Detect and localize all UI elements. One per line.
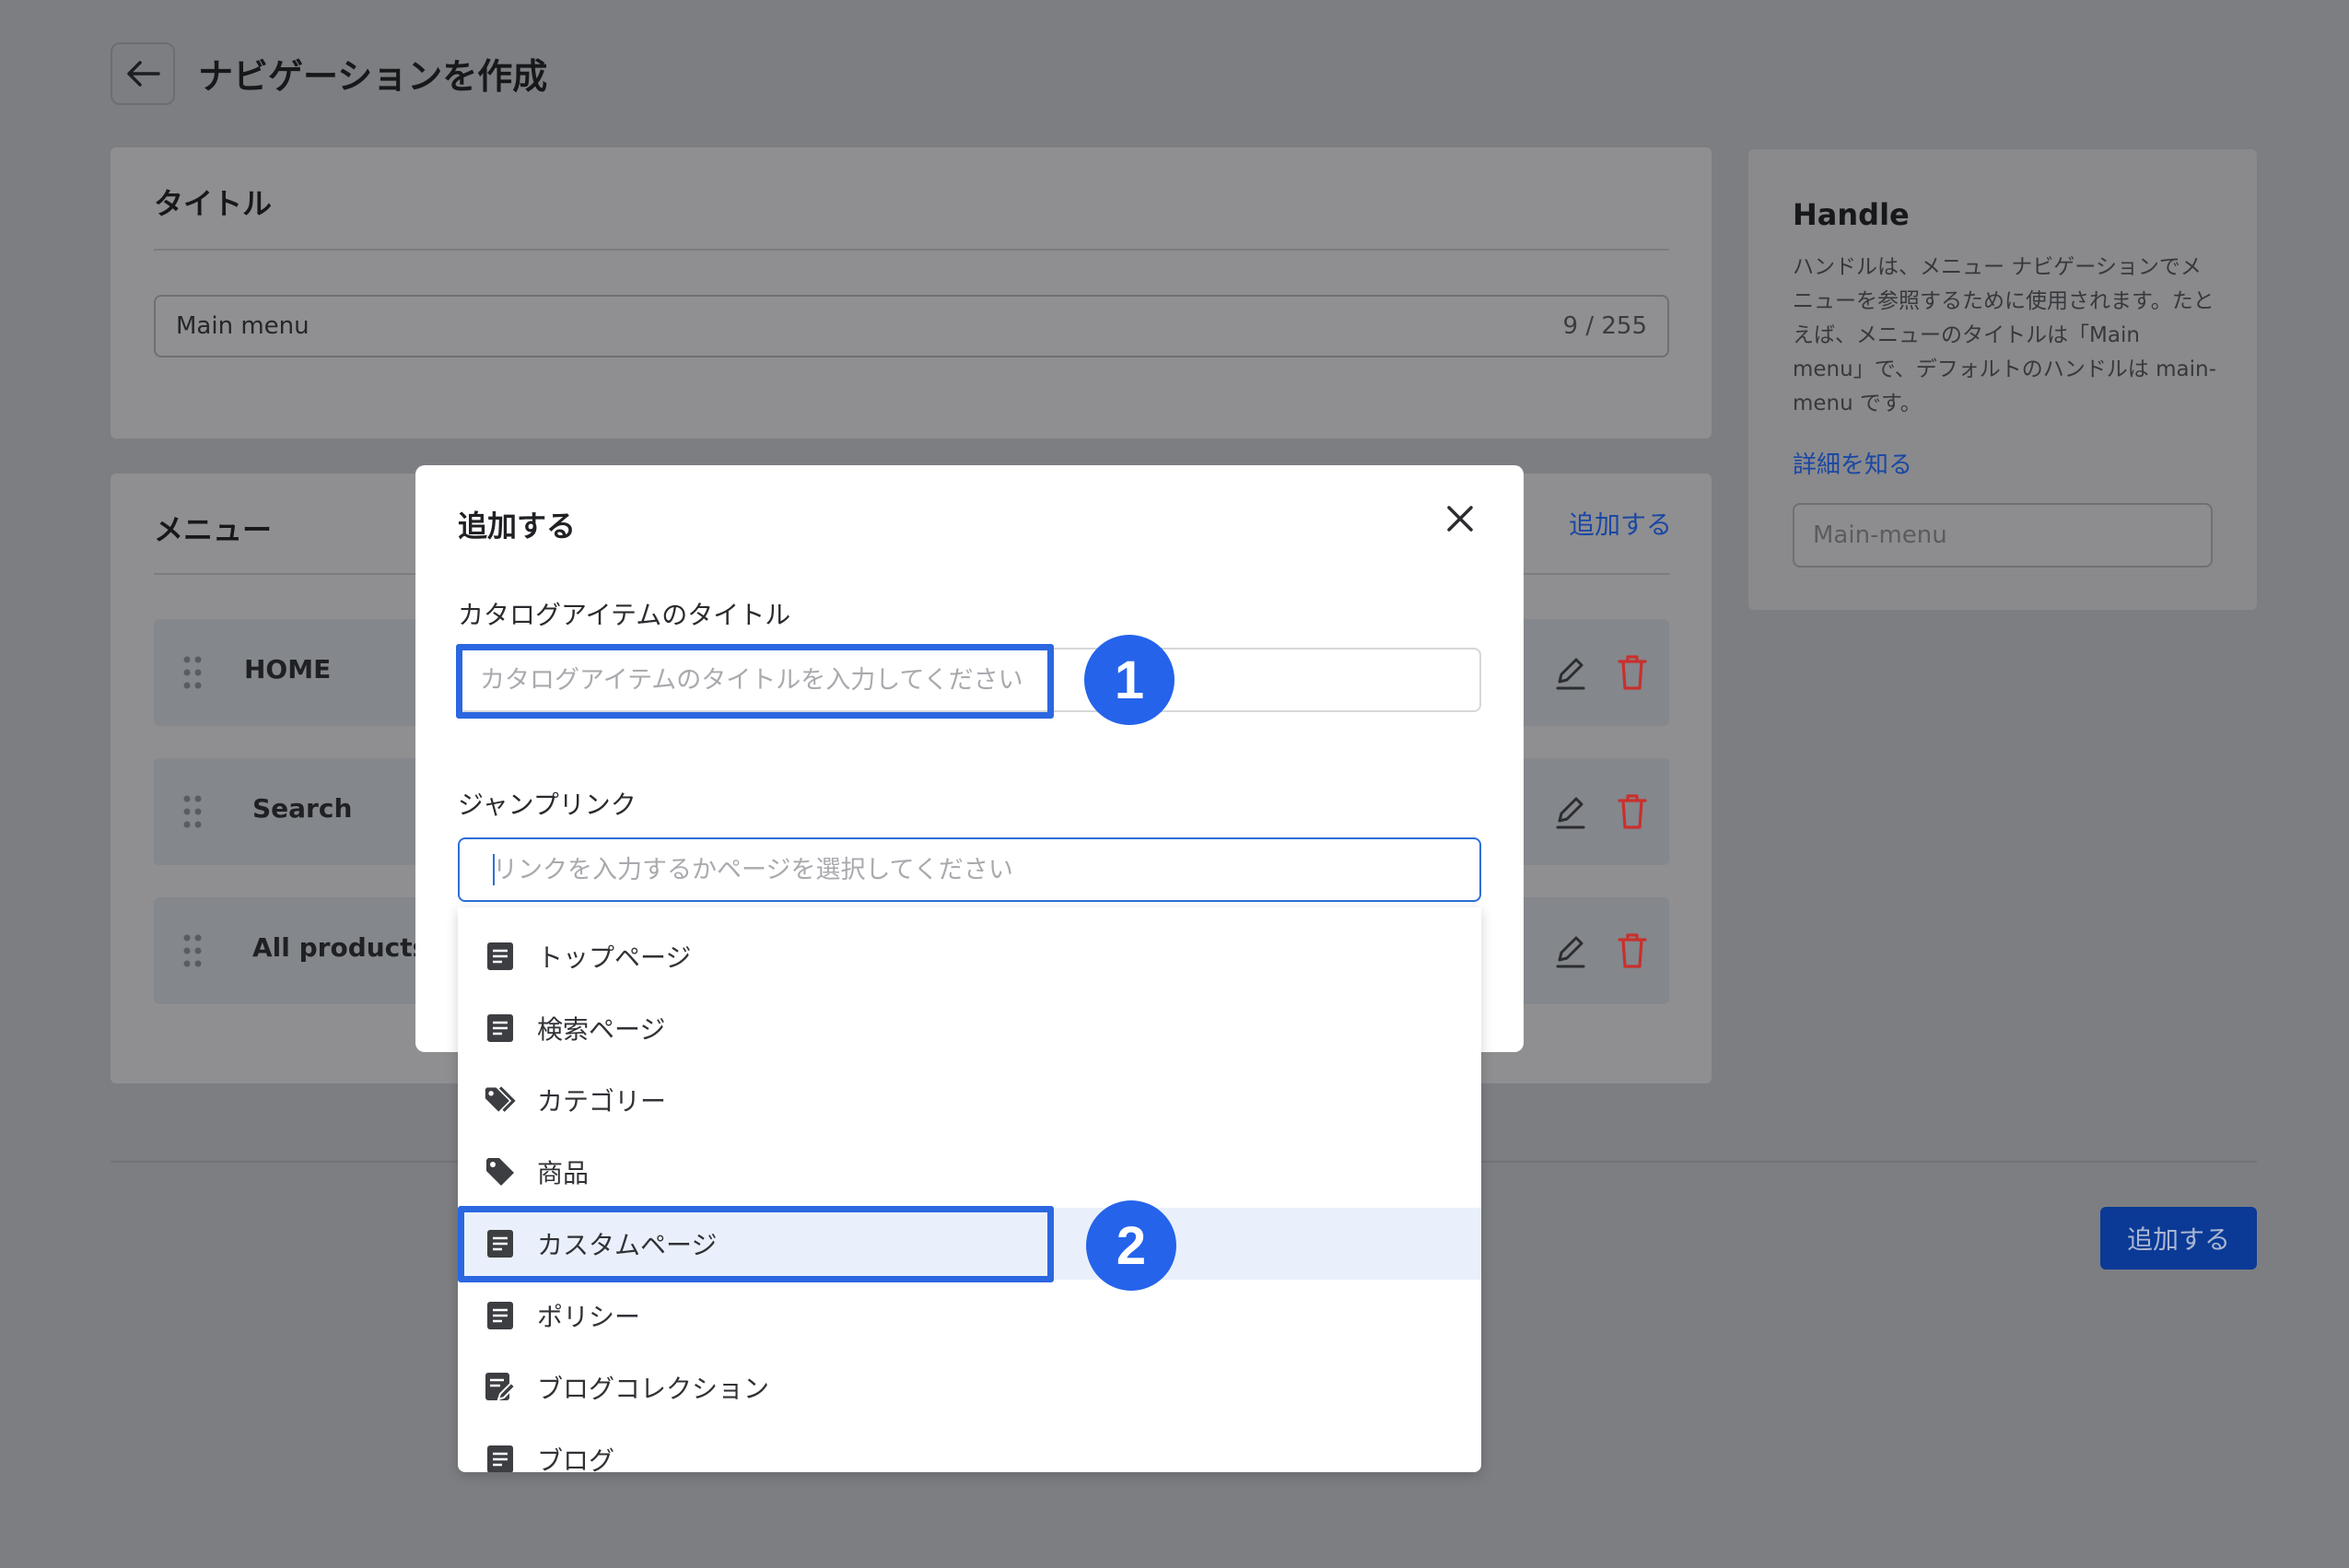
menu-item-label: Search <box>252 793 353 824</box>
option-label: ポリシー <box>537 1302 641 1332</box>
title-card-divider <box>154 249 1669 251</box>
option-label: 検索ページ <box>537 1014 666 1045</box>
title-card <box>111 147 1712 439</box>
menu-title-input[interactable]: Main menu 9 / 255 <box>154 295 1669 357</box>
option-label: トップページ <box>537 942 692 973</box>
option-category[interactable]: カテゴリー <box>458 1064 1481 1136</box>
menu-item-label: All products <box>252 932 428 963</box>
highlight-box-step-2 <box>458 1206 1054 1282</box>
option-blog[interactable]: ブログ <box>458 1423 1481 1472</box>
modal-title: 追加する <box>458 509 577 544</box>
learn-more-link[interactable]: 詳細を知る <box>1793 446 1912 480</box>
option-label: ブログコレクション <box>537 1374 770 1404</box>
drag-handle-icon[interactable] <box>181 654 204 691</box>
arrow-left-icon <box>127 61 160 87</box>
handle-card-heading: Handle <box>1793 197 1910 232</box>
option-label: カテゴリー <box>537 1086 667 1117</box>
back-button[interactable] <box>111 42 175 105</box>
menu-item-label: HOME <box>244 654 332 685</box>
page-icon <box>484 1012 517 1045</box>
trash-icon[interactable] <box>1617 654 1648 691</box>
option-label: 商品 <box>537 1158 590 1188</box>
trash-icon[interactable] <box>1617 932 1648 969</box>
drag-handle-icon[interactable] <box>181 793 204 830</box>
tags-icon <box>484 1083 517 1117</box>
close-button[interactable] <box>1442 500 1478 537</box>
footer-add-button[interactable]: 追加する <box>2100 1207 2257 1270</box>
drag-handle-icon[interactable] <box>181 932 204 969</box>
trash-icon[interactable] <box>1617 793 1648 830</box>
handle-description: ハンドルは、メニュー ナビゲーションでメニューを参照するために使用されます。たと… <box>1793 255 2216 415</box>
handle-input[interactable]: Main-menu <box>1793 503 2213 568</box>
page-edit-icon <box>484 1371 517 1404</box>
option-search-page[interactable]: 検索ページ <box>458 992 1481 1064</box>
option-product[interactable]: 商品 <box>458 1136 1481 1208</box>
highlight-box-step-1 <box>456 644 1054 719</box>
text-caret <box>493 854 495 885</box>
step-badge-2: 2 <box>1086 1200 1176 1291</box>
edit-icon[interactable] <box>1554 654 1587 691</box>
page-select-dropdown: トップページ 検索ページ カテゴリー 商品 カスタムページ ポリシー ブログコレ… <box>458 907 1481 1472</box>
title-card-heading: タイトル <box>154 186 273 221</box>
page-icon <box>484 1443 517 1472</box>
edit-icon[interactable] <box>1554 793 1587 830</box>
tag-icon <box>484 1155 517 1188</box>
menu-title-value: Main menu <box>176 312 310 340</box>
close-icon <box>1447 506 1473 532</box>
page-icon <box>484 940 517 973</box>
step-badge-1: 1 <box>1084 635 1174 725</box>
option-top-page[interactable]: トップページ <box>458 920 1481 992</box>
char-count: 9 / 255 <box>1562 312 1647 340</box>
edit-icon[interactable] <box>1554 932 1587 969</box>
page-title: ナビゲーションを作成 <box>198 56 548 97</box>
option-policy[interactable]: ポリシー <box>458 1280 1481 1352</box>
jump-link-label: ジャンプリンク <box>458 790 637 820</box>
catalog-title-label: カタログアイテムのタイトル <box>458 600 791 630</box>
option-blog-collection[interactable]: ブログコレクション <box>458 1352 1481 1423</box>
page-icon <box>484 1299 517 1332</box>
jump-link-input[interactable] <box>458 837 1481 902</box>
menu-card-heading: メニュー <box>154 512 273 547</box>
option-label: ブログ <box>537 1445 615 1472</box>
menu-add-link[interactable]: 追加する <box>1569 505 1672 542</box>
